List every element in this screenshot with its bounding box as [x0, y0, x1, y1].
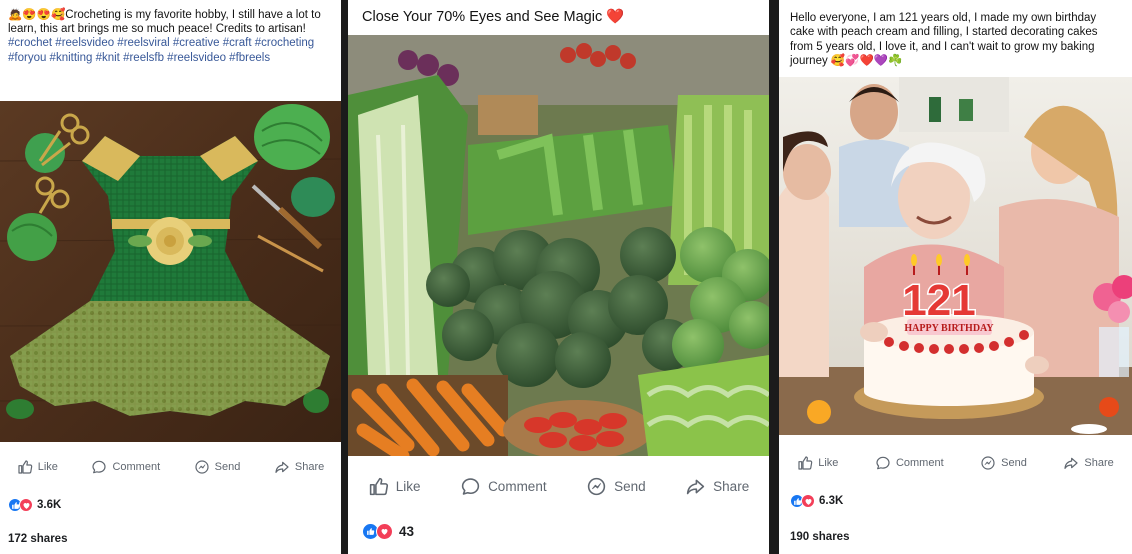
comment-button[interactable]: Comment — [875, 455, 944, 471]
post-card-vegetables: Close Your 70% Eyes and See Magic ❤️ Lik… — [348, 0, 769, 554]
comment-icon — [460, 476, 481, 497]
post-card-birthday: Hello everyone, I am 121 years old, I ma… — [779, 0, 1132, 554]
like-button[interactable]: Like — [797, 455, 838, 471]
comment-button[interactable]: Comment — [91, 459, 160, 475]
post-caption: Hello everyone, I am 121 years old, I ma… — [779, 0, 1132, 68]
send-icon — [586, 476, 607, 497]
post-card-crochet: 🙇😍😍🥰Crocheting is my favorite hobby, I s… — [0, 0, 341, 554]
reaction-count: 43 — [399, 524, 415, 539]
share-button[interactable]: Share — [1063, 455, 1114, 471]
send-icon — [980, 455, 996, 471]
like-button[interactable]: Like — [17, 459, 58, 475]
like-icon — [368, 476, 389, 497]
love-reaction-icon — [801, 494, 815, 508]
post-actions: Like Comment Send Share — [348, 476, 769, 497]
comment-button[interactable]: Comment — [460, 476, 547, 497]
caption-text: 🙇😍😍🥰Crocheting is my favorite hobby, I s… — [8, 9, 321, 36]
send-button[interactable]: Send — [980, 455, 1027, 471]
share-icon — [1063, 455, 1079, 471]
reels-collage: 🙇😍😍🥰Crocheting is my favorite hobby, I s… — [0, 0, 1132, 554]
cake-candle-number: 121 — [902, 276, 975, 325]
send-button[interactable]: Send — [586, 476, 646, 497]
share-count[interactable]: 172 shares — [8, 533, 67, 545]
reaction-summary[interactable]: 3.6K — [8, 498, 61, 512]
love-reaction-icon — [19, 498, 33, 512]
share-count[interactable]: 190 shares — [790, 531, 849, 543]
post-image-vegetables[interactable] — [348, 35, 769, 456]
post-actions: Like Comment Send Share — [0, 459, 341, 475]
comment-icon — [91, 459, 107, 475]
like-button[interactable]: Like — [368, 476, 421, 497]
share-button[interactable]: Share — [685, 476, 749, 497]
share-icon — [274, 459, 290, 475]
like-icon — [797, 455, 813, 471]
post-actions: Like Comment Send Share — [779, 455, 1132, 471]
send-button[interactable]: Send — [194, 459, 240, 475]
reaction-count: 6.3K — [819, 495, 844, 507]
reaction-summary[interactable]: 43 — [362, 523, 414, 540]
post-image-crochet-dress[interactable] — [0, 101, 341, 442]
share-button[interactable]: Share — [274, 459, 324, 475]
comment-icon — [875, 455, 891, 471]
caption-hashtags[interactable]: #crochet #reelsvideo #reelsviral #creati… — [8, 37, 314, 63]
caption-text: Hello everyone, I am 121 years old, I ma… — [790, 12, 1098, 67]
send-icon — [194, 459, 210, 475]
post-image-birthday-cake[interactable]: HAPPY BIRTHDAY 121 — [779, 77, 1132, 435]
share-icon — [685, 476, 706, 497]
reaction-count: 3.6K — [37, 499, 62, 511]
caption-text: Close Your 70% Eyes and See Magic ❤️ — [362, 9, 625, 25]
love-reaction-icon — [376, 523, 393, 540]
reaction-summary[interactable]: 6.3K — [790, 494, 843, 508]
post-caption: 🙇😍😍🥰Crocheting is my favorite hobby, I s… — [0, 0, 341, 65]
post-caption: Close Your 70% Eyes and See Magic ❤️ — [348, 0, 769, 26]
like-icon — [17, 459, 33, 475]
